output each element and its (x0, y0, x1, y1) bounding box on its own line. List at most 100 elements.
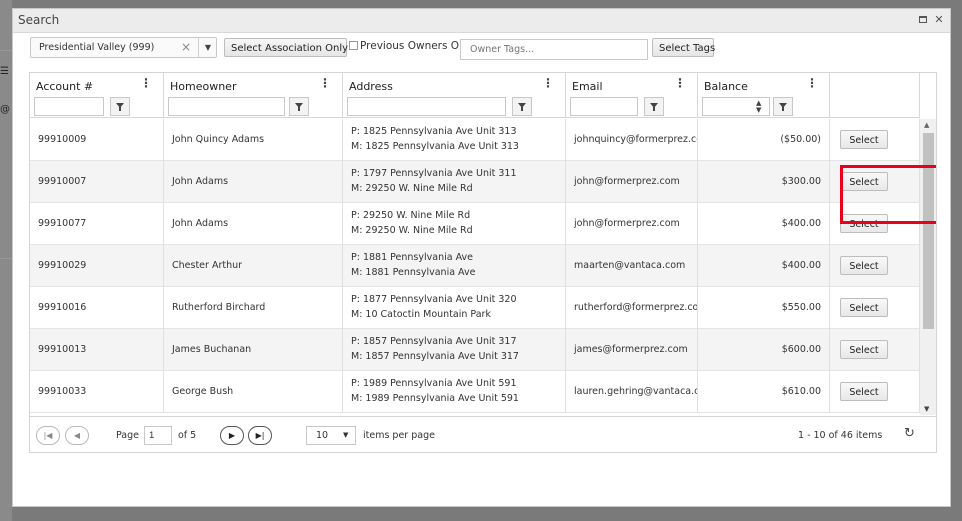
select-button[interactable]: Select (840, 382, 888, 401)
homeowner-filter-input[interactable] (168, 97, 285, 116)
homeowner-grid: Account # ⋮ Homeowner ⋮ Address ⋮ Email … (29, 72, 937, 453)
filter-icon[interactable] (512, 97, 532, 116)
balance-amount: $400.00 (781, 218, 821, 229)
filter-icon[interactable] (289, 97, 309, 116)
mailing-address: M: 29250 W. Nine Mile Rd (351, 183, 473, 194)
table-row[interactable]: 99910009 John Quincy Adams P: 1825 Pennsyl… (30, 119, 920, 161)
close-icon[interactable]: ✕ (933, 14, 945, 26)
homeowner-cell: George Bush (164, 371, 343, 413)
spin-down-icon[interactable]: ▼ (756, 107, 761, 114)
association-value: Presidential Valley (999) (39, 42, 155, 53)
select-tags-button[interactable]: Select Tags (652, 38, 715, 57)
address-cell: P: 1825 Pennsylvania Ave Unit 313 M: 1825… (343, 119, 566, 161)
column-title: Account # (36, 80, 94, 93)
email-address: lauren.gehring@vantaca.com (574, 386, 697, 397)
action-cell: Select (830, 287, 920, 329)
last-page-icon[interactable]: ▶| (248, 426, 272, 445)
address-cell: P: 1989 Pennsylvania Ave Unit 591 M: 1989… (343, 371, 566, 413)
account-number: 99910007 (38, 176, 87, 187)
email-filter-input[interactable] (570, 97, 638, 116)
previous-page-icon[interactable]: ◀ (65, 426, 89, 445)
balance-amount: $400.00 (781, 260, 821, 271)
mailing-address: M: 1825 Pennsylvania Ave Unit 313 (351, 141, 519, 152)
select-button[interactable]: Select (840, 130, 888, 149)
table-row[interactable]: 99910077 John Adams P: 29250 W. Nine Mile … (30, 203, 920, 245)
balance-cell: $600.00 (698, 329, 830, 371)
action-cell: Select (830, 329, 920, 371)
balance-filter-input[interactable]: ▲ ▼ (702, 97, 770, 116)
property-address: P: 29250 W. Nine Mile Rd (351, 210, 471, 221)
balance-cell: $400.00 (698, 245, 830, 287)
filter-cell-account (30, 95, 164, 118)
scroll-up-icon[interactable]: ▲ (924, 121, 929, 129)
column-menu-icon[interactable]: ⋮ (542, 77, 554, 89)
chevron-down-icon[interactable]: ▼ (343, 431, 348, 439)
property-address: P: 1877 Pennsylvania Ave Unit 320 (351, 294, 517, 305)
account-cell: 99910016 (30, 287, 164, 329)
column-menu-icon[interactable]: ⋮ (674, 77, 686, 89)
balance-cell: $550.00 (698, 287, 830, 329)
grid-pager: |◀ ◀ Page of 5 ▶ ▶| 10 ▼ items per page … (30, 416, 936, 452)
column-header-balance[interactable]: Balance ⋮ (698, 73, 830, 95)
pager-summary: 1 - 10 of 46 items (798, 430, 883, 441)
table-row[interactable]: 99910013 James Buchanan P: 1857 Pennsylvan… (30, 329, 920, 371)
select-button[interactable]: Select (840, 256, 888, 275)
page-number-input[interactable] (144, 426, 172, 445)
filter-cell-homeowner (164, 95, 343, 118)
account-filter-input[interactable] (34, 97, 104, 116)
property-address: P: 1989 Pennsylvania Ave Unit 591 (351, 378, 517, 389)
clear-icon[interactable]: × (181, 40, 191, 54)
select-association-only-button[interactable]: Select Association Only (224, 38, 348, 57)
scroll-down-icon[interactable]: ▼ (924, 405, 929, 413)
association-dropdown[interactable]: Presidential Valley (999) × ▼ (30, 37, 217, 58)
filter-cell-address (343, 95, 566, 118)
table-row[interactable]: 99910033 George Bush P: 1989 Pennsylvania … (30, 371, 920, 413)
page-size-dropdown[interactable]: 10 ▼ (306, 426, 356, 445)
homeowner-cell: John Adams (164, 161, 343, 203)
dialog-title: Search (18, 13, 60, 27)
action-cell: Select (830, 371, 920, 413)
property-address: P: 1857 Pennsylvania Ave Unit 317 (351, 336, 517, 347)
email-cell: john@formerprez.com (566, 161, 698, 203)
table-row[interactable]: 99910016 Rutherford Birchard P: 1877 Penns… (30, 287, 920, 329)
previous-owners-checkbox[interactable] (349, 41, 358, 50)
column-header-homeowner[interactable]: Homeowner ⋮ (164, 73, 343, 95)
column-header-email[interactable]: Email ⋮ (566, 73, 698, 95)
filter-icon[interactable] (773, 97, 793, 116)
select-button[interactable]: Select (840, 298, 888, 317)
column-menu-icon[interactable]: ⋮ (140, 77, 152, 89)
homeowner-cell: Rutherford Birchard (164, 287, 343, 329)
column-header-account[interactable]: Account # ⋮ (30, 73, 164, 95)
table-row[interactable]: 99910007 John Adams P: 1797 Pennsylvania A… (30, 161, 920, 203)
balance-cell: ($50.00) (698, 119, 830, 161)
email-cell: rutherford@formerprez.com (566, 287, 698, 329)
vertical-scrollbar[interactable]: ▲ ▼ (920, 119, 936, 415)
owner-tags-input[interactable] (460, 39, 648, 60)
first-page-icon[interactable]: |◀ (36, 426, 60, 445)
filter-icon[interactable] (110, 97, 130, 116)
column-menu-icon[interactable]: ⋮ (319, 77, 331, 89)
column-title: Email (572, 80, 603, 93)
account-number: 99910013 (38, 344, 87, 355)
maximize-icon[interactable] (917, 14, 929, 26)
scroll-thumb[interactable] (923, 133, 934, 329)
next-page-icon[interactable]: ▶ (220, 426, 244, 445)
address-cell: P: 1857 Pennsylvania Ave Unit 317 M: 1857… (343, 329, 566, 371)
email-address: rutherford@formerprez.com (574, 302, 698, 313)
previous-owners-option[interactable]: Previous Owners Only (349, 40, 459, 52)
column-menu-icon[interactable]: ⋮ (806, 77, 818, 89)
account-cell: 99910009 (30, 119, 164, 161)
address-filter-input[interactable] (347, 97, 506, 116)
refresh-icon[interactable]: ↻ (904, 427, 918, 441)
grid-header: Account # ⋮ Homeowner ⋮ Address ⋮ Email … (30, 73, 920, 95)
column-header-address[interactable]: Address ⋮ (343, 73, 566, 95)
column-title: Address (349, 80, 393, 93)
filter-icon[interactable] (644, 97, 664, 116)
balance-amount: $300.00 (781, 176, 821, 187)
page-size-value: 10 (316, 430, 329, 441)
chevron-down-icon[interactable]: ▼ (198, 38, 217, 57)
table-row[interactable]: 99910029 Chester Arthur P: 1881 Pennsylvan… (30, 245, 920, 287)
column-title: Balance (704, 80, 748, 93)
select-button[interactable]: Select (840, 340, 888, 359)
page-label: Page (116, 430, 139, 441)
